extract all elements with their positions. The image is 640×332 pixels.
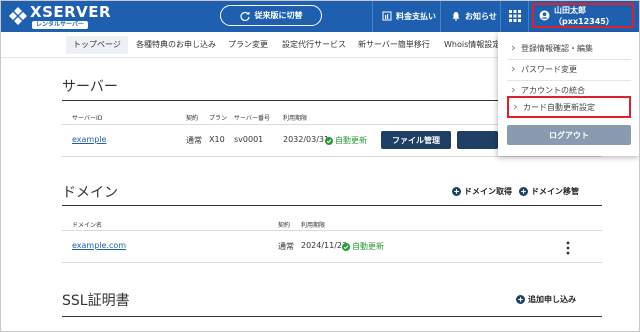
domain-acquire-link[interactable]: ドメイン取得 bbox=[452, 186, 512, 197]
tab-plan-change[interactable]: プラン変更 bbox=[228, 36, 268, 54]
bell-icon bbox=[452, 12, 460, 21]
refresh-icon bbox=[240, 11, 250, 21]
row-rule bbox=[62, 156, 602, 157]
top-header: XSERVER レンタルサーバー 従来版に切替 料金支払い お知らせ 山田太郎（… bbox=[0, 0, 640, 32]
header-divider bbox=[528, 0, 529, 32]
domain-expiry: 2024/11/23 bbox=[301, 241, 348, 250]
switch-version-button[interactable]: 従来版に切替 bbox=[220, 5, 322, 26]
more-options-icon[interactable] bbox=[566, 241, 570, 255]
chevron-right-icon bbox=[511, 45, 516, 51]
server-id-link[interactable]: example bbox=[72, 135, 106, 144]
tab-whois-settings[interactable]: Whois情報設定 bbox=[444, 36, 500, 54]
notice-link[interactable]: お知らせ bbox=[451, 0, 497, 32]
tab-special-offers[interactable]: 各種特典のお申し込み bbox=[136, 36, 216, 54]
menu-item-label: 登録情報確認・編集 bbox=[521, 43, 593, 53]
col-contract: 契約 bbox=[278, 222, 291, 229]
grid-menu-icon[interactable] bbox=[508, 9, 522, 23]
server-section-title: サーバー bbox=[62, 79, 118, 95]
payment-label: 料金支払い bbox=[396, 11, 436, 21]
server-number: sv0001 bbox=[234, 135, 264, 144]
domain-transfer-label: ドメイン移管 bbox=[531, 187, 579, 196]
header-divider bbox=[500, 0, 501, 32]
domain-section-title: ドメイン bbox=[62, 185, 118, 201]
domain-transfer-link[interactable]: ドメイン移管 bbox=[519, 186, 579, 197]
domain-auto-renew-status: 自動更新 bbox=[342, 241, 384, 252]
header-divider bbox=[372, 0, 373, 32]
row-rule bbox=[62, 262, 602, 263]
col-server-id: サーバーID bbox=[72, 115, 103, 122]
payment-link[interactable]: 料金支払い bbox=[382, 0, 436, 32]
tab-setup-service[interactable]: 設定代行サービス bbox=[282, 36, 346, 54]
server-plan: X10 bbox=[209, 135, 225, 144]
domain-acquire-label: ドメイン取得 bbox=[464, 187, 512, 196]
col-domain-name: ドメイン名 bbox=[72, 222, 103, 229]
ssl-add-label: 追加申し込み bbox=[528, 295, 576, 304]
domain-status-label: 自動更新 bbox=[352, 242, 384, 251]
section-rule bbox=[62, 205, 602, 206]
row-rule bbox=[62, 230, 602, 231]
file-manager-button[interactable]: ファイル管理 bbox=[381, 131, 451, 149]
server-contract: 通常 bbox=[186, 136, 202, 145]
server-auto-renew-status: 自動更新 bbox=[325, 135, 367, 146]
check-circle-icon bbox=[342, 242, 350, 251]
user-icon bbox=[539, 10, 550, 21]
domain-name-link[interactable]: example.com bbox=[72, 241, 126, 250]
switch-version-label: 従来版に切替 bbox=[254, 11, 303, 20]
col-server-number: サーバー番号 bbox=[234, 115, 270, 122]
col-contract: 契約 bbox=[186, 115, 199, 122]
user-label: 山田太郎（pxx12345） bbox=[554, 5, 614, 26]
ssl-section-title: SSL証明書 bbox=[62, 293, 130, 309]
payment-icon bbox=[382, 11, 392, 21]
tab-top-page[interactable]: トップページ bbox=[66, 36, 128, 54]
menu-item-account-info[interactable]: 登録情報確認・編集 bbox=[507, 38, 631, 58]
menu-item-password-change[interactable]: パスワード変更 bbox=[507, 59, 631, 79]
menu-item-label: パスワード変更 bbox=[521, 64, 577, 74]
check-circle-icon bbox=[325, 136, 333, 145]
tab-server-migration[interactable]: 新サーバー簡単移行 bbox=[358, 36, 430, 54]
logo-subtitle: レンタルサーバー bbox=[32, 21, 88, 29]
section-rule bbox=[62, 316, 602, 317]
ssl-add-link[interactable]: 追加申し込み bbox=[516, 294, 576, 305]
domain-contract: 通常 bbox=[278, 242, 294, 251]
diamond-logo-icon bbox=[9, 7, 27, 25]
server-settings-button[interactable] bbox=[457, 131, 498, 149]
menu-item-label: アカウントの統合 bbox=[521, 85, 585, 95]
server-expiry: 2032/03/31 bbox=[283, 135, 330, 144]
logout-button[interactable]: ログアウト bbox=[507, 125, 631, 145]
chevron-right-icon bbox=[513, 104, 518, 110]
col-plan: プラン bbox=[209, 115, 228, 122]
header-divider bbox=[440, 0, 441, 32]
logo-text: XSERVER bbox=[30, 3, 112, 21]
chevron-right-icon bbox=[511, 87, 516, 93]
server-status-label: 自動更新 bbox=[335, 136, 367, 145]
plus-circle-icon bbox=[519, 187, 528, 196]
plus-circle-icon bbox=[516, 295, 525, 304]
col-expiry: 利用期限 bbox=[301, 222, 326, 229]
col-expiry: 利用期限 bbox=[283, 115, 308, 122]
menu-item-card-auto-renew[interactable]: カード自動更新設定 bbox=[507, 96, 631, 118]
user-dropdown-menu: 登録情報確認・編集 パスワード変更 アカウントの統合 カード自動更新設定 ログア… bbox=[498, 32, 640, 156]
menu-item-label: カード自動更新設定 bbox=[523, 102, 595, 112]
xserver-logo[interactable]: XSERVER レンタルサーバー bbox=[8, 3, 128, 29]
plus-circle-icon bbox=[452, 187, 461, 196]
chevron-right-icon bbox=[511, 66, 516, 72]
notice-label: お知らせ bbox=[465, 11, 497, 21]
user-menu-button[interactable]: 山田太郎（pxx12345） bbox=[532, 3, 634, 28]
